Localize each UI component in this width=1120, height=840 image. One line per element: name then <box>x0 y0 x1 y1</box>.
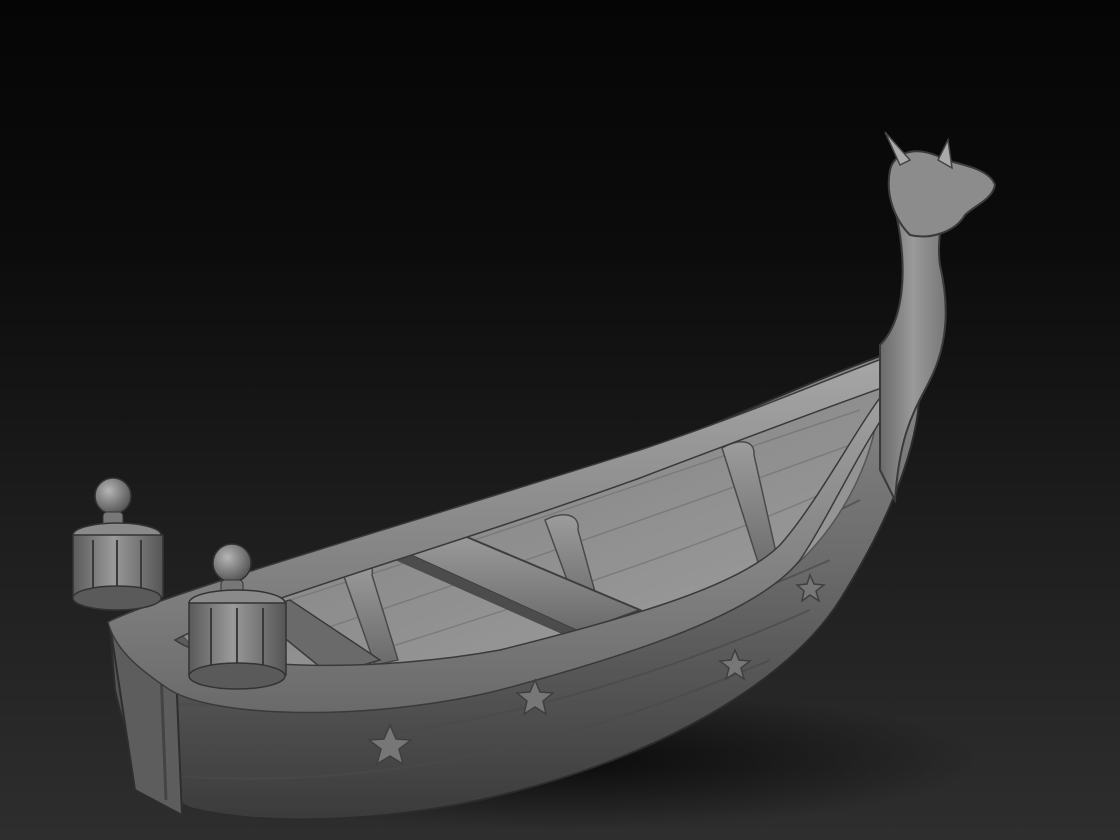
viewport-canvas[interactable] <box>0 0 1120 840</box>
boat-render <box>72 131 997 830</box>
lantern-left <box>72 477 164 611</box>
horn-left <box>884 131 912 167</box>
bow-head <box>887 150 997 238</box>
